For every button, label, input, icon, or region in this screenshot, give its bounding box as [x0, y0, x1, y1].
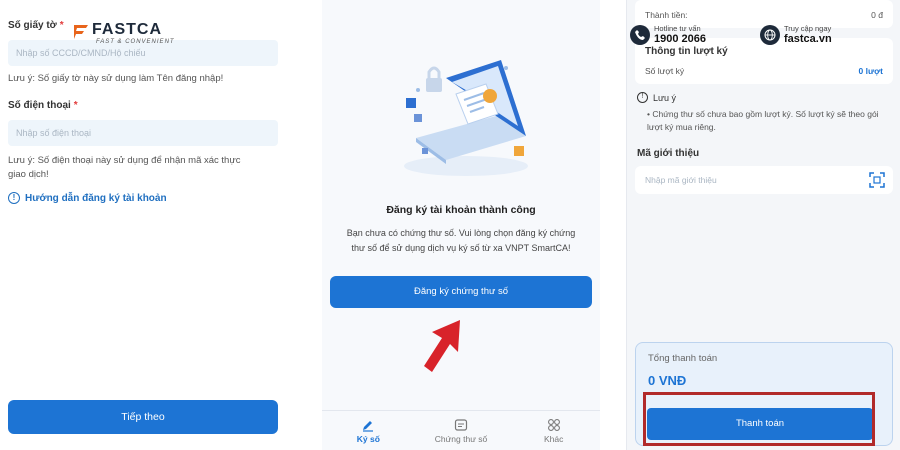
sign-count-label: Số lượt ký — [645, 66, 685, 76]
sign-info-title: Thông tin lượt ký — [645, 46, 728, 57]
success-title: Đăng ký tài khoản thành công — [386, 204, 536, 216]
laptop-security-illustration — [386, 38, 536, 188]
tab-chung-thu-so[interactable]: Chứng thư số — [415, 411, 508, 450]
grid-icon — [547, 418, 560, 431]
note-heading: ! Lưu ý — [637, 92, 676, 103]
id-number-label: Số giấy tờ * — [8, 20, 64, 31]
highlight-frame — [643, 392, 875, 446]
subtotal-label: Thành tiền: — [645, 10, 688, 20]
subtotal-value: 0 đ — [871, 10, 883, 20]
bottom-tab-bar: Ký số Chứng thư số Khác — [322, 410, 600, 450]
sign-count-value: 0 lượt — [858, 66, 883, 76]
tab-ky-so[interactable]: Ký số — [322, 411, 415, 450]
hotline-info: Hotline tư vấn 1900 2066 — [630, 24, 706, 46]
pen-icon — [363, 420, 374, 432]
phone-icon — [630, 25, 650, 45]
hotline-number[interactable]: 1900 2066 — [654, 33, 706, 46]
website-info: Truy cập ngay fastca.vn — [760, 24, 832, 46]
brand-name: FASTCA — [92, 21, 162, 38]
fastca-logo-icon — [72, 23, 90, 41]
website-url[interactable]: fastca.vn — [784, 33, 832, 46]
id-number-note: Lưu ý: Số giấy tờ này sử dụng làm Tên đă… — [8, 73, 224, 84]
registration-guide-link[interactable]: ! Hướng dẫn đăng ký tài khoản — [8, 192, 167, 204]
brand-tagline: FAST & CONVENIENT — [96, 39, 175, 45]
website-label: Truy cập ngay — [784, 24, 832, 33]
note-text: • Chứng thư số chưa bao gồm lượt ký. Số … — [647, 109, 879, 132]
info-icon: ! — [8, 192, 20, 204]
phone-input[interactable]: Nhập số điện thoại — [8, 120, 278, 146]
hotline-label: Hotline tư vấn — [654, 24, 701, 33]
total-label: Tổng thanh toán — [648, 353, 718, 364]
phone-note: Lưu ý: Số điện thoại này sử dụng để nhận… — [8, 155, 241, 180]
fastca-logo: FASTCA FAST & CONVENIENT — [72, 22, 175, 46]
info-icon: ! — [637, 92, 648, 103]
tab-khac[interactable]: Khác — [507, 411, 600, 450]
certificate-icon — [454, 418, 468, 431]
pointer-arrow-icon — [424, 320, 460, 372]
registration-success-screen: Đăng ký tài khoản thành công Bạn chưa có… — [322, 0, 600, 450]
next-button[interactable]: Tiếp theo — [8, 400, 278, 434]
phone-label: Số điện thoại * — [8, 100, 78, 111]
collage: Số giấy tờ * Nhập số CCCD/CMND/Hộ chiếu L… — [0, 0, 900, 450]
success-description: Bạn chưa có chứng thư số. Vui lòng chọn … — [346, 228, 576, 253]
total-value: 0 VNĐ — [648, 373, 687, 388]
payment-screen: Thành tiền: 0 đ Thông tin lượt ký Số lượ… — [626, 0, 900, 450]
globe-icon — [760, 25, 780, 45]
qr-scan-icon[interactable] — [869, 172, 885, 188]
referral-input[interactable]: Nhập mã giới thiệu — [635, 166, 893, 194]
referral-title: Mã giới thiệu — [637, 148, 700, 159]
registration-form-screen: Số giấy tờ * Nhập số CCCD/CMND/Hộ chiếu L… — [0, 0, 286, 450]
register-certificate-button[interactable]: Đăng ký chứng thư số — [330, 276, 592, 308]
